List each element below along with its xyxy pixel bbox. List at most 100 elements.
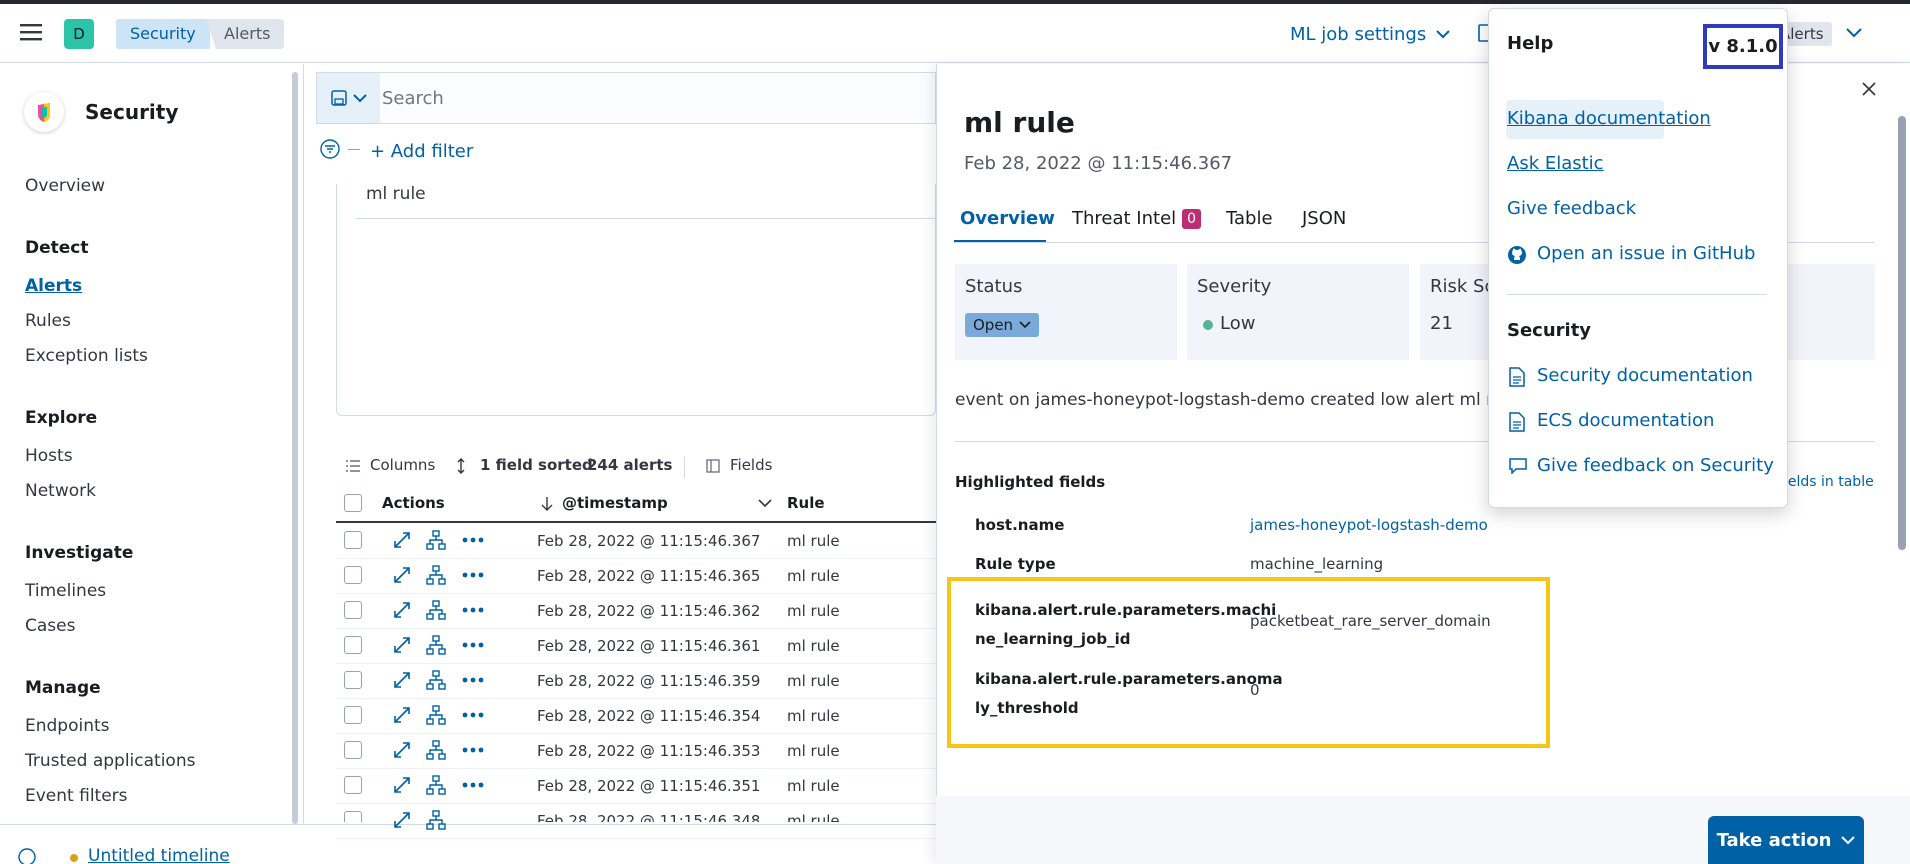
- help-link-github-issue[interactable]: Open an issue in GitHub: [1537, 243, 1755, 264]
- row-checkbox[interactable]: [344, 531, 362, 549]
- take-action-button[interactable]: Take action: [1708, 816, 1864, 864]
- chevron-down-icon[interactable]: [1846, 28, 1862, 38]
- more-actions-icon[interactable]: [462, 711, 484, 719]
- cell-timestamp: Feb 28, 2022 @ 11:15:46.362: [537, 602, 761, 620]
- nav-event-filters[interactable]: Event filters: [25, 786, 128, 806]
- info-icon[interactable]: [18, 848, 36, 864]
- cell-rule: ml rule: [787, 672, 840, 690]
- nav-heading-manage: Manage: [25, 678, 101, 698]
- analyze-icon[interactable]: [426, 635, 446, 655]
- status-dropdown[interactable]: Open: [965, 313, 1040, 337]
- close-icon[interactable]: [1862, 82, 1876, 96]
- side-nav-scrollbar[interactable]: [292, 72, 298, 824]
- nav-network[interactable]: Network: [25, 481, 96, 501]
- field-label-anomaly-threshold-line1: kibana.alert.rule.parameters.anoma: [975, 670, 1283, 688]
- breadcrumb-security[interactable]: Security: [116, 19, 210, 49]
- cell-rule: ml rule: [787, 567, 840, 585]
- more-actions-icon[interactable]: [462, 641, 484, 649]
- toolbar-divider: [684, 456, 685, 478]
- field-label-ml-job-id-line2: ne_learning_job_id: [975, 630, 1131, 648]
- analyze-icon[interactable]: [426, 740, 446, 760]
- field-value-rule-type: machine_learning: [1250, 555, 1384, 573]
- menu-icon[interactable]: [20, 22, 42, 42]
- help-divider: [1507, 294, 1767, 295]
- select-all-checkbox[interactable]: [344, 494, 362, 512]
- tab-threat-intel[interactable]: Threat Intel 0: [1072, 208, 1202, 229]
- ml-job-settings-button[interactable]: ML job settings: [1290, 20, 1450, 48]
- flyout-scrollbar[interactable]: [1898, 116, 1906, 550]
- field-value-host-name[interactable]: james-honeypot-logstash-demo: [1250, 516, 1488, 534]
- analyze-icon[interactable]: [426, 565, 446, 585]
- nav-alerts[interactable]: Alerts: [25, 276, 82, 296]
- nav-endpoints[interactable]: Endpoints: [25, 716, 110, 736]
- help-link-security-feedback[interactable]: Give feedback on Security: [1537, 455, 1774, 476]
- help-title: Help: [1507, 33, 1554, 54]
- analyze-icon[interactable]: [426, 775, 446, 795]
- sort-button[interactable]: 1 field sorted: [480, 456, 593, 474]
- take-action-label: Take action: [1716, 829, 1832, 851]
- expand-icon[interactable]: [392, 530, 412, 550]
- more-actions-icon[interactable]: [462, 676, 484, 684]
- breadcrumb-alerts: Alerts: [206, 19, 285, 49]
- help-link-kibana-docs[interactable]: Kibana documentation: [1507, 108, 1711, 129]
- more-actions-icon[interactable]: [462, 781, 484, 789]
- add-filter-button[interactable]: + Add filter: [370, 141, 473, 162]
- row-checkbox[interactable]: [344, 566, 362, 584]
- field-label-anomaly-threshold-line2: ly_threshold: [975, 699, 1079, 717]
- header-timestamp[interactable]: @timestamp: [562, 494, 668, 512]
- row-checkbox[interactable]: [344, 671, 362, 689]
- expand-icon[interactable]: [392, 740, 412, 760]
- analyze-icon[interactable]: [426, 670, 446, 690]
- more-actions-icon[interactable]: [462, 606, 484, 614]
- tab-json[interactable]: JSON: [1302, 208, 1346, 229]
- nav-exception-lists[interactable]: Exception lists: [25, 346, 148, 366]
- nav-timelines[interactable]: Timelines: [25, 581, 106, 601]
- help-link-give-feedback[interactable]: Give feedback: [1507, 198, 1636, 219]
- expand-icon[interactable]: [392, 600, 412, 620]
- security-logo-icon: [24, 92, 64, 132]
- columns-button[interactable]: Columns: [370, 456, 435, 474]
- tab-table[interactable]: Table: [1226, 208, 1273, 229]
- tab-overview[interactable]: Overview: [960, 208, 1055, 229]
- analyze-icon[interactable]: [426, 705, 446, 725]
- help-link-ask-elastic[interactable]: Ask Elastic: [1507, 153, 1604, 174]
- help-link-ecs-docs[interactable]: ECS documentation: [1537, 410, 1714, 431]
- nav-overview[interactable]: Overview: [25, 176, 105, 196]
- row-checkbox[interactable]: [344, 741, 362, 759]
- expand-icon[interactable]: [392, 565, 412, 585]
- cell-timestamp: Feb 28, 2022 @ 11:15:46.359: [537, 672, 761, 690]
- more-actions-icon[interactable]: [462, 536, 484, 544]
- expand-icon[interactable]: [392, 810, 412, 830]
- more-actions-icon[interactable]: [462, 571, 484, 579]
- expand-icon[interactable]: [392, 635, 412, 655]
- rule-preview-divider: [356, 218, 936, 219]
- row-checkbox[interactable]: [344, 636, 362, 654]
- filter-icon[interactable]: [320, 139, 340, 159]
- search-input[interactable]: [382, 80, 922, 116]
- expand-icon[interactable]: [392, 775, 412, 795]
- document-icon: [1509, 412, 1525, 432]
- expand-icon[interactable]: [392, 705, 412, 725]
- row-checkbox[interactable]: [344, 601, 362, 619]
- row-checkbox[interactable]: [344, 706, 362, 724]
- help-link-security-docs[interactable]: Security documentation: [1537, 365, 1753, 386]
- nav-hosts[interactable]: Hosts: [25, 446, 73, 466]
- analyze-icon[interactable]: [426, 600, 446, 620]
- timeline-title-link[interactable]: Untitled timeline: [88, 846, 230, 864]
- field-label-rule-type: Rule type: [975, 555, 1056, 573]
- view-in-table-link[interactable]: ields in table: [1784, 474, 1874, 490]
- row-checkbox[interactable]: [344, 776, 362, 794]
- status-value: Open: [973, 316, 1014, 334]
- nav-cases[interactable]: Cases: [25, 616, 75, 636]
- expand-icon[interactable]: [392, 670, 412, 690]
- fields-button[interactable]: Fields: [730, 456, 772, 474]
- analyze-icon[interactable]: [426, 530, 446, 550]
- nav-rules[interactable]: Rules: [25, 311, 71, 331]
- space-avatar[interactable]: D: [64, 19, 94, 49]
- saved-query-button[interactable]: [317, 73, 380, 123]
- chevron-down-icon[interactable]: [758, 498, 772, 508]
- more-actions-icon[interactable]: [462, 746, 484, 754]
- flyout-title: ml rule: [964, 106, 1075, 139]
- analyze-icon[interactable]: [426, 810, 446, 830]
- nav-trusted-applications[interactable]: Trusted applications: [25, 751, 195, 771]
